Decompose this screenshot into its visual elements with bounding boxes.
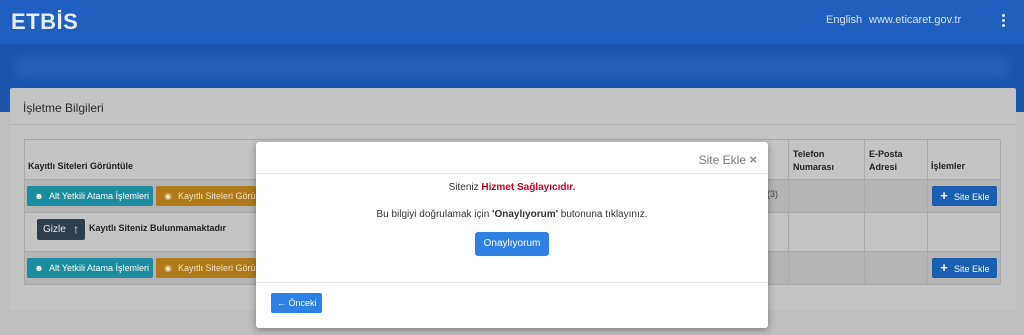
- arrow-up-icon: ↑: [73, 222, 79, 236]
- language-link[interactable]: English: [826, 14, 862, 26]
- site-count: (3): [767, 189, 778, 199]
- plus-icon: +: [940, 260, 948, 275]
- user-icon: ☻: [34, 263, 44, 273]
- card-title: İşletme Bilgileri: [23, 101, 104, 115]
- top-navbar: ETBİS English www.eticaret.gov.tr: [0, 0, 1024, 44]
- col-header-view-sites: Kayıtlı Siteleri Görüntüle: [28, 161, 134, 171]
- previous-button[interactable]: ← Önceki: [271, 293, 322, 313]
- table-divider: [927, 139, 928, 285]
- modal-title: Site Ekle: [698, 153, 746, 167]
- col-header-email: E-Posta Adresi: [869, 149, 903, 172]
- add-site-button[interactable]: + Site Ekle: [932, 258, 997, 278]
- confirm-button[interactable]: Onaylıyorum: [475, 232, 549, 256]
- hide-button[interactable]: Gizle ↑: [37, 219, 85, 240]
- view-registered-sites-button[interactable]: ◉ Kayıtlı Siteleri Görü: [156, 258, 256, 278]
- add-site-modal: Site Ekle × Siteniz Hizmet Sağlayıcıdır.…: [256, 142, 768, 328]
- close-icon[interactable]: ×: [749, 152, 757, 167]
- kebab-menu-icon[interactable]: [1000, 14, 1006, 28]
- col-header-actions: İşlemler: [931, 161, 966, 171]
- eye-icon: ◉: [164, 191, 172, 201]
- view-registered-sites-button[interactable]: ◉ Kayıtlı Siteleri Görü: [156, 186, 256, 206]
- modal-divider: [256, 282, 768, 283]
- col-header-phone: Telefon Numarası: [793, 149, 835, 172]
- assign-sub-authority-button[interactable]: ☻ Alt Yetkili Atama İşlemleri: [27, 258, 153, 278]
- plus-icon: +: [940, 188, 948, 203]
- provider-message: Siteniz Hizmet Sağlayıcıdır.: [448, 182, 576, 193]
- eye-icon: ◉: [164, 263, 172, 273]
- modal-divider: [256, 173, 768, 174]
- user-icon: ☻: [34, 191, 44, 201]
- site-link[interactable]: www.eticaret.gov.tr: [869, 14, 961, 26]
- table-divider: [788, 139, 789, 285]
- card-divider: [10, 124, 1016, 125]
- assign-sub-authority-button[interactable]: ☻ Alt Yetkili Atama İşlemleri: [27, 186, 153, 206]
- no-site-message: Kayıtlı Siteniz Bulunmamaktadır: [89, 223, 227, 233]
- blurred-breadcrumb: [14, 56, 1010, 78]
- add-site-button[interactable]: + Site Ekle: [932, 186, 997, 206]
- confirm-instruction: Bu bilgiyi doğrulamak için 'Onaylıyorum'…: [376, 209, 648, 220]
- table-divider: [864, 139, 865, 285]
- arrow-left-icon: ←: [277, 298, 286, 308]
- etbis-logo[interactable]: ETBİS: [11, 9, 78, 35]
